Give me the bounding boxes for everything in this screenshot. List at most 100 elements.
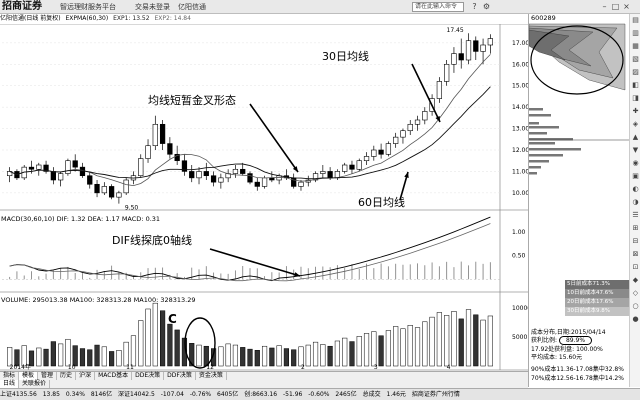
candle-body [342, 164, 348, 172]
side-btn-14-icon[interactable]: ◐ [631, 185, 640, 194]
side-btn-6-icon[interactable]: ◧ [631, 81, 640, 90]
macd-legend: MACD(30,60,10) DIF: 1.32 DEA: 1.17 MACD:… [1, 215, 160, 223]
volume-bar [247, 348, 253, 367]
candle-body [57, 173, 64, 181]
cy-amount: 2465亿 [335, 391, 357, 398]
title-bar: 招商证券 智远理财服务平台 交易未登录 亿阳信通 请在此输入命令 ? ⚙ – □… [0, 0, 640, 14]
candle-body [28, 166, 35, 170]
volume-bar [342, 337, 348, 367]
volume-bar [473, 314, 479, 367]
maximize-icon[interactable]: □ [611, 2, 620, 11]
side-btn-10-icon[interactable]: ▲ [631, 133, 640, 142]
command-search-input[interactable]: 请在此输入命令 [412, 2, 464, 12]
account-status-link[interactable]: 交易未登录 [135, 0, 170, 14]
side-btn-22-icon[interactable]: ◇ [631, 289, 640, 298]
side-btn-18-icon[interactable]: ⊟ [631, 237, 640, 246]
tab-8[interactable]: 资金决策 [196, 372, 227, 380]
tab-6[interactable]: DDE决策 [132, 372, 165, 380]
volume-bar [72, 345, 78, 367]
indicator-name[interactable]: EXPMA(60,30) [66, 15, 109, 22]
total-volume: 总成交 [362, 391, 381, 398]
chip-profile-bar [529, 166, 541, 169]
side-toolbar: ▤ ▥ ▦ ▧ ▨ ◧ ◨ ✚ ◈ ▲ ▼ ◉ ▣ ◐ ◑ ☰ ⊞ ⊟ ⊠ ⊡ … [629, 14, 640, 387]
side-btn-16-icon[interactable]: ☰ [631, 211, 640, 220]
tab-5[interactable]: MACD基本 [95, 372, 133, 380]
volume-bar [21, 345, 27, 367]
side-btn-1-icon[interactable]: ▤ [631, 16, 640, 25]
volume-bar [356, 336, 362, 367]
secondary-tab-1[interactable]: 关联报价 [19, 380, 51, 388]
volume-bar [261, 345, 268, 367]
macd-tick-label: 1.00 [512, 229, 526, 236]
annotation-dif: DIF线探底0轴线 [112, 234, 193, 247]
cy-percent: -0.60% [308, 391, 330, 398]
tab-4[interactable]: 沪深 [76, 372, 96, 380]
side-btn-7-icon[interactable]: ◨ [631, 94, 640, 103]
chart-canvas[interactable]: 17.00 16.00 15.00 14.00 13.00 12.00 11.00 10.00… [0, 24, 528, 371]
help-icon[interactable]: ? [470, 2, 479, 11]
candle-body [247, 173, 253, 183]
candle-body [123, 179, 129, 194]
side-btn-4-icon[interactable]: ▧ [631, 55, 640, 64]
chip-legend-row: 5日前成本71.3% [565, 280, 629, 289]
volume-bar [305, 344, 311, 367]
chip-profile-bar [529, 132, 547, 135]
tab-1[interactable]: 模板 [19, 372, 39, 380]
side-btn-9-icon[interactable]: ◈ [631, 120, 640, 129]
secondary-tab-0[interactable]: 日线 [0, 380, 20, 388]
sz-index[interactable]: 深证14042.5 [118, 391, 155, 398]
volume-bar [378, 335, 384, 367]
sh-index[interactable]: 上证4135.56 [0, 391, 37, 398]
volume-bar [167, 323, 173, 367]
settings-icon[interactable]: ⚙ [482, 2, 491, 11]
price-tick-label: 16.00 [512, 61, 528, 68]
side-btn-19-icon[interactable]: ⊠ [631, 250, 640, 259]
side-btn-13-icon[interactable]: ▣ [631, 172, 640, 181]
range-70: 70%成本12.56-16.78集中14.2% [531, 375, 624, 382]
volume-bar [218, 346, 224, 367]
x-tick-label: 11 [126, 364, 134, 371]
side-btn-23-icon[interactable]: ○ [631, 302, 640, 311]
side-btn-2-icon[interactable]: ▥ [631, 29, 640, 38]
chip-legend: 5日前成本71.3% 10日前成本47.6% 20日前成本17.6% 30日前成本9.… [565, 280, 629, 316]
volume-bar [422, 321, 428, 367]
avg-cost: 平均成本: 15.60元 [531, 354, 583, 361]
side-btn-20-icon[interactable]: ⊡ [631, 263, 640, 272]
high-marker: 17.45 [447, 27, 464, 34]
side-btn-24-icon[interactable]: ● [631, 315, 640, 324]
chart-header: 亿阳信通(日线 前复权) EXPMA(60,30) EXP1: 13.52 EX… [0, 14, 500, 24]
side-btn-8-icon[interactable]: ✚ [631, 107, 640, 116]
tab-3[interactable]: 历史 [57, 372, 77, 380]
annotation-c: C [168, 312, 177, 326]
chip-profile-bar [529, 172, 537, 175]
side-btn-11-icon[interactable]: ▼ [631, 146, 640, 155]
side-btn-17-icon[interactable]: ⊞ [631, 224, 640, 233]
side-btn-12-icon[interactable]: ◉ [631, 159, 640, 168]
tab-0[interactable]: 指标 [0, 372, 20, 380]
volume-tick-label: 10000 [512, 305, 528, 312]
volume-bar [87, 349, 93, 367]
cost-date-value: 2015/04/14 [570, 329, 606, 336]
volume-bar [429, 316, 435, 367]
side-btn-3-icon[interactable]: ▦ [631, 42, 640, 51]
volume-bar [109, 351, 115, 367]
side-btn-15-icon[interactable]: ◑ [631, 198, 640, 207]
volume-bar [283, 348, 289, 367]
tab-2[interactable]: 管理 [38, 372, 58, 380]
cy-index[interactable]: 创:8663.16 [244, 391, 277, 398]
close-icon[interactable]: × [622, 2, 631, 11]
profit-line: 17.92处获利盘: 100.00% [531, 346, 603, 354]
candle-body [349, 164, 355, 170]
minimize-icon[interactable]: – [600, 2, 609, 11]
volume-bar [240, 347, 246, 367]
tab-7[interactable]: DDF决策 [164, 372, 196, 380]
volume-bar [101, 346, 107, 367]
candle-body [189, 171, 195, 179]
product-link[interactable]: 亿阳信通 [178, 0, 206, 14]
candle-body [101, 186, 107, 194]
side-btn-5-icon[interactable]: ▨ [631, 68, 640, 77]
slogan-text: 智远理财服务平台 [60, 3, 116, 11]
arrow-ma60-head [404, 172, 409, 178]
side-btn-21-icon[interactable]: ◆ [631, 276, 640, 285]
candle-body [480, 44, 486, 52]
